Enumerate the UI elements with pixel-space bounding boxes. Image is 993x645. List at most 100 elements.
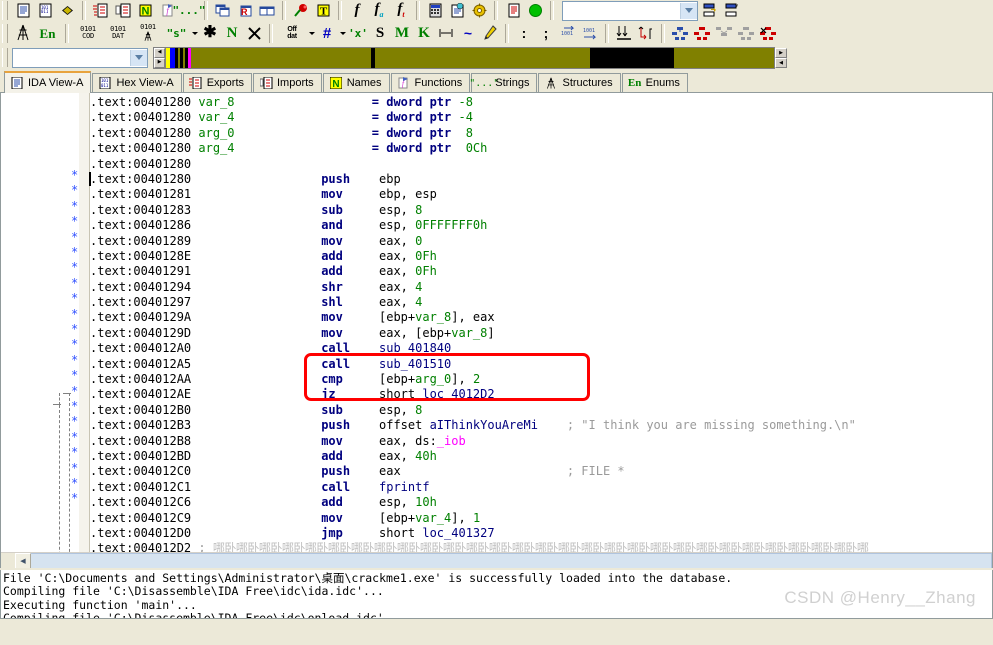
make-struct-icon[interactable]: 0101 bbox=[133, 23, 163, 43]
edit-pencil-icon[interactable] bbox=[479, 23, 501, 43]
toolbar-gripper[interactable] bbox=[2, 1, 8, 20]
list-cross-refs-icon[interactable] bbox=[90, 1, 112, 21]
disassembly-line[interactable]: .text:004012BD add eax, 40h bbox=[90, 449, 992, 464]
disassembly-hscrollbar[interactable]: ◀ bbox=[1, 552, 992, 568]
disassembly-line[interactable]: .text:004012B3 push offset aIThinkYouAre… bbox=[90, 418, 992, 433]
tab-enums[interactable]: En Enums bbox=[621, 73, 688, 92]
disassembly-line[interactable]: .text:004012B0 sub esp, 8 bbox=[90, 403, 992, 418]
navband-left-icon[interactable]: ◀ bbox=[775, 57, 787, 68]
disassembly-line[interactable]: .text:0040128E add eax, 0Fh bbox=[90, 249, 992, 264]
signature-tower-icon[interactable] bbox=[12, 23, 34, 43]
disassembly-line[interactable]: .text:004012D0 jmp short loc_401327 bbox=[90, 526, 992, 541]
hex-format-icon[interactable]: K bbox=[413, 23, 435, 43]
offset-data-icon[interactable]: Off dat bbox=[277, 23, 307, 43]
hex-view-icon[interactable]: 101 011 bbox=[34, 1, 56, 21]
search-combo[interactable] bbox=[12, 47, 148, 68]
disassembly-line[interactable]: .text:004012C6 add esp, 10h bbox=[90, 495, 992, 510]
tile-windows-icon[interactable] bbox=[256, 1, 278, 21]
char-format-icon[interactable]: 'x' bbox=[347, 23, 369, 43]
disassembly-line[interactable]: .text:00401280 bbox=[90, 157, 992, 172]
make-array-icon[interactable]: ✱ bbox=[199, 23, 221, 43]
tab-functions[interactable]: f Functions bbox=[390, 73, 471, 92]
disassembly-line[interactable]: .text:00401283 sub esp, 8 bbox=[90, 203, 992, 218]
disassembly-line[interactable]: .text:00401280 var_8 = dword ptr -8 bbox=[90, 95, 992, 110]
diamond-icon[interactable] bbox=[56, 1, 78, 21]
repeatable-comment-icon[interactable]: 1001 bbox=[579, 23, 601, 43]
debugger-plugin-icon[interactable] bbox=[290, 1, 312, 21]
disassembly-line[interactable]: .text:004012AE jz short loc_4012D2 bbox=[90, 387, 992, 402]
navband-strip[interactable] bbox=[166, 47, 774, 68]
open-subviews-icon[interactable] bbox=[12, 1, 34, 21]
disassembly-line[interactable]: .text:00401280 arg_4 = dword ptr 0Ch bbox=[90, 141, 992, 156]
insert-comment-icon[interactable]: 1001 bbox=[557, 23, 579, 43]
navband-right-icon[interactable]: ▶ bbox=[775, 47, 787, 58]
disassembly-line[interactable]: .text:00401286 and esp, 0FFFFFFF0h bbox=[90, 218, 992, 233]
graph-flowchart-icon[interactable] bbox=[669, 23, 691, 43]
tab-strings[interactable]: "..." Strings bbox=[469, 73, 538, 92]
tab-imports[interactable]: Imports bbox=[253, 73, 322, 92]
make-data-icon[interactable]: 0101 DAT bbox=[103, 23, 133, 43]
undefine-icon[interactable] bbox=[243, 23, 265, 43]
disassembly-line[interactable]: .text:00401280 var_4 = dword ptr -4 bbox=[90, 110, 992, 125]
script-command-icon[interactable] bbox=[446, 1, 468, 21]
collapse-function-icon[interactable] bbox=[613, 23, 635, 43]
disassembly-line[interactable]: .text:00401289 mov eax, 0 bbox=[90, 234, 992, 249]
function-end-icon[interactable]: fa bbox=[368, 1, 390, 21]
graph-xrefs-from-icon[interactable] bbox=[735, 23, 757, 43]
navigation-band[interactable]: ◀ ▶ bbox=[153, 46, 775, 69]
make-string-dropdown-icon[interactable] bbox=[190, 23, 199, 43]
disassembly-line[interactable]: .text:00401280 push ebp bbox=[90, 172, 992, 187]
graph-user-xrefs-icon[interactable] bbox=[757, 23, 779, 43]
toolbar-gripper-2[interactable] bbox=[2, 23, 8, 43]
number-format-icon[interactable]: # bbox=[316, 23, 338, 43]
disassembly-lines[interactable]: .text:00401280 var_8 = dword ptr -8 .text… bbox=[90, 95, 992, 568]
tab-names[interactable]: N Names bbox=[322, 73, 390, 92]
disassembly-line[interactable]: .text:004012B8 mov eax, ds:_iob bbox=[90, 434, 992, 449]
type-libraries-icon[interactable]: T bbox=[312, 1, 334, 21]
make-code-icon[interactable]: 0101 COD bbox=[73, 23, 103, 43]
calculator-icon[interactable] bbox=[424, 1, 446, 21]
string-format-icon[interactable]: S bbox=[369, 23, 391, 43]
navband-zoom-buttons[interactable]: ◀ ▶ bbox=[154, 47, 166, 68]
function-tail-icon[interactable]: ft bbox=[390, 1, 412, 21]
run-green-icon[interactable] bbox=[524, 1, 546, 21]
offset-dropdown-icon[interactable] bbox=[307, 23, 316, 43]
disassembly-line[interactable]: .text:0040129A mov [ebp+var_8], eax bbox=[90, 310, 992, 325]
toolbar-gripper-3[interactable] bbox=[2, 48, 8, 67]
disassembly-line[interactable]: .text:00401294 shr eax, 4 bbox=[90, 280, 992, 295]
bitwise-negate-icon[interactable]: ~ bbox=[457, 23, 479, 43]
hscroll-thumb[interactable] bbox=[31, 552, 992, 568]
chevron-down-icon[interactable] bbox=[680, 2, 697, 19]
disassembly-line[interactable]: .text:00401291 add eax, 0Fh bbox=[90, 264, 992, 279]
disassembly-view[interactable]: .text:00401280 var_8 = dword ptr -8 .text… bbox=[0, 93, 993, 568]
semicolon-icon[interactable]: ; bbox=[535, 23, 557, 43]
scroll-left-icon[interactable]: ◀ bbox=[15, 552, 31, 568]
disassembly-line[interactable]: .text:004012C9 mov [ebp+var_4], 1 bbox=[90, 511, 992, 526]
disassembly-line[interactable]: .text:0040129D mov eax, [ebp+var_8] bbox=[90, 326, 992, 341]
chevron-down-icon[interactable] bbox=[130, 49, 147, 66]
toggle-sign-icon[interactable] bbox=[435, 23, 457, 43]
disassembly-line[interactable]: .text:004012A5 call sub_401510 bbox=[90, 357, 992, 372]
graph-callers-icon[interactable] bbox=[691, 23, 713, 43]
stack-frame-icon[interactable] bbox=[698, 1, 720, 21]
output-window-icon[interactable] bbox=[502, 1, 524, 21]
disassembly-line[interactable]: .text:004012C0 push eax ; FILE * bbox=[90, 464, 992, 479]
tab-structures[interactable]: Structures bbox=[538, 73, 621, 92]
function-start-icon[interactable]: f bbox=[346, 1, 368, 21]
enums-en-icon[interactable]: En bbox=[34, 23, 61, 43]
expand-function-icon[interactable] bbox=[635, 23, 657, 43]
disassembly-line[interactable]: .text:00401280 arg_0 = dword ptr 8 bbox=[90, 126, 992, 141]
disassembly-line[interactable]: .text:00401281 mov ebp, esp bbox=[90, 187, 992, 202]
navband-zoom-in-icon[interactable]: ▶ bbox=[154, 57, 165, 68]
strings-window-icon[interactable]: "..." bbox=[172, 1, 205, 21]
cascade-windows-icon[interactable] bbox=[212, 1, 234, 21]
view-tabs[interactable]: IDA View-A 101 011 Hex View-A Exports Imports… bbox=[0, 71, 993, 93]
make-string-icon[interactable]: "s" bbox=[163, 23, 190, 43]
stack-pointer-icon[interactable] bbox=[720, 1, 742, 21]
binary-format-icon[interactable]: M bbox=[391, 23, 413, 43]
disassembly-line[interactable]: .text:004012A0 call sub_401840 bbox=[90, 341, 992, 356]
tab-ida-view-a[interactable]: IDA View-A bbox=[4, 71, 92, 93]
registers-icon[interactable]: R bbox=[234, 1, 256, 21]
rename-icon[interactable]: N bbox=[221, 23, 243, 43]
disassembly-line[interactable]: .text:004012AA cmp [ebp+arg_0], 2 bbox=[90, 372, 992, 387]
